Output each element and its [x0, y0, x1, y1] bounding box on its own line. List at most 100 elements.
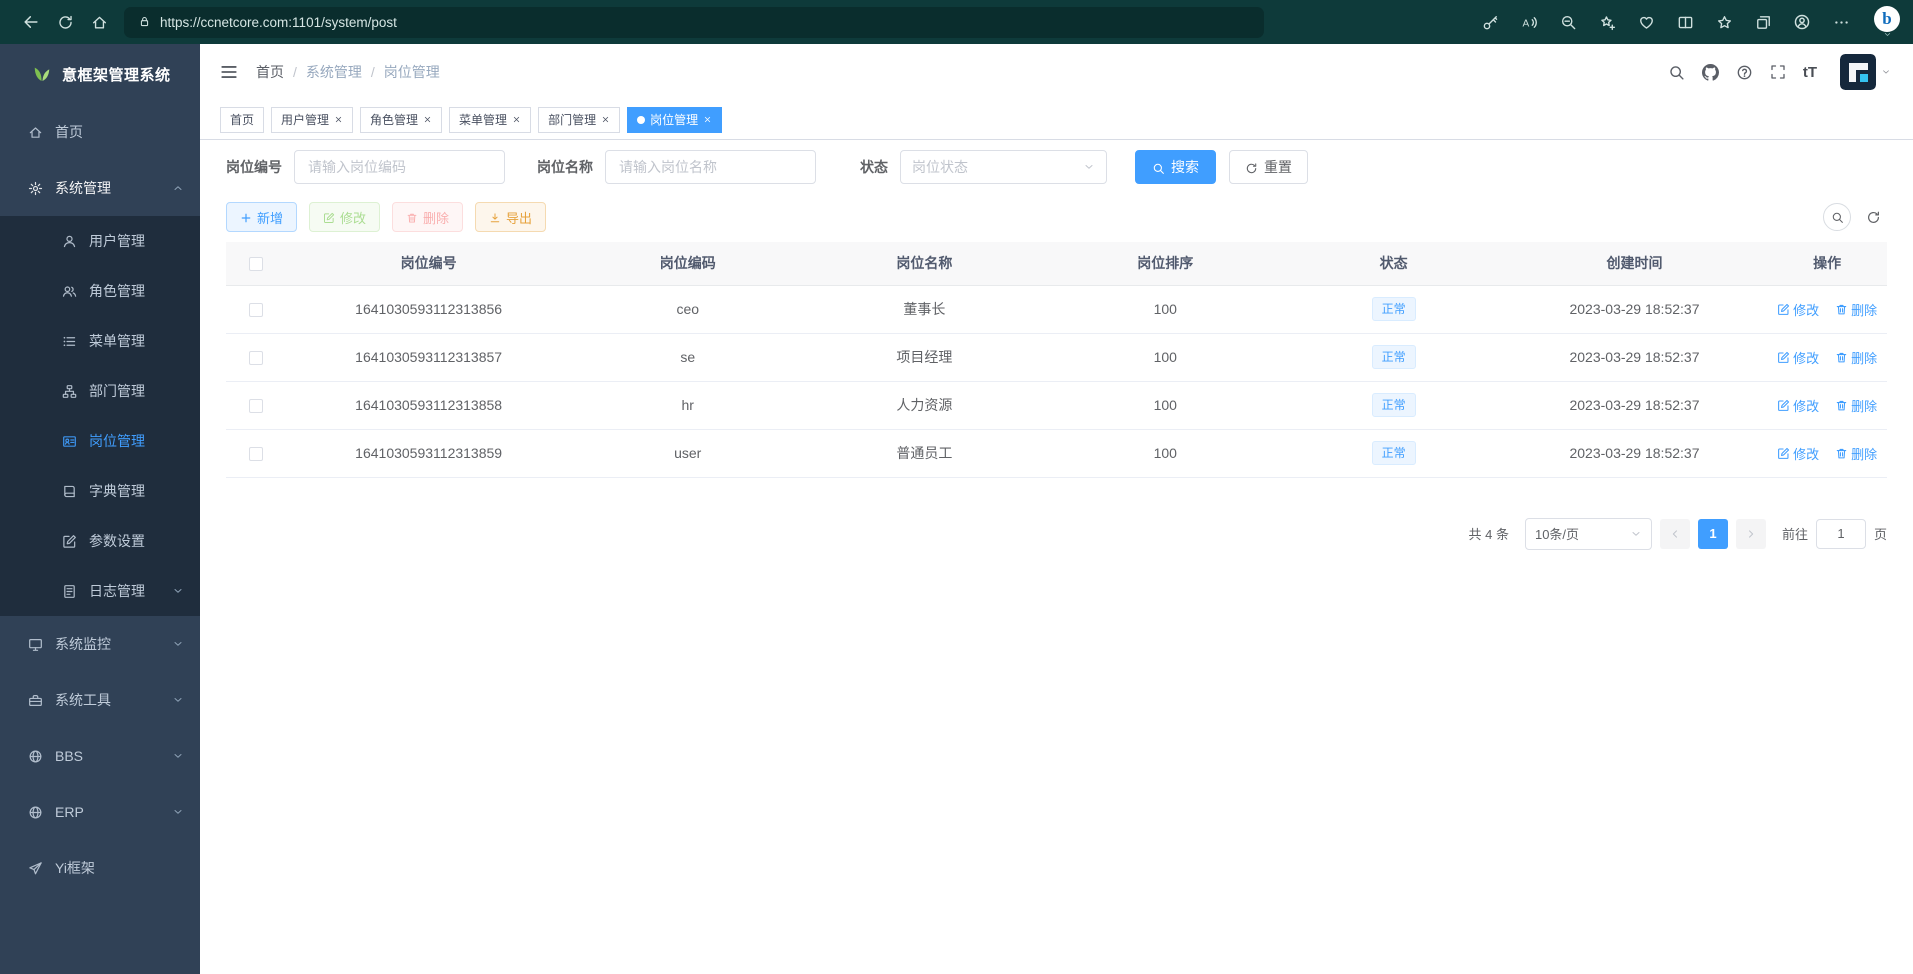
reset-button-label: 重置: [1264, 157, 1292, 177]
sidebar-item-monitor[interactable]: 系统监控: [0, 616, 200, 672]
row-delete-link[interactable]: 删除: [1835, 444, 1877, 463]
select-all-checkbox[interactable]: [249, 257, 263, 271]
sidebar-item-role[interactable]: 角色管理: [0, 266, 200, 316]
row-checkbox[interactable]: [249, 303, 263, 317]
search-button[interactable]: 搜索: [1135, 150, 1216, 184]
read-aloud-button[interactable]: A: [1512, 5, 1546, 39]
row-edit-link[interactable]: 修改: [1777, 396, 1819, 415]
export-button[interactable]: 导出: [475, 202, 546, 232]
home-button[interactable]: [82, 5, 116, 39]
sidebar-item-menu[interactable]: 菜单管理: [0, 316, 200, 366]
badge-icon: [62, 434, 77, 449]
total-count: 共 4 条: [1469, 524, 1509, 543]
breadcrumb-item[interactable]: 首页: [256, 62, 284, 82]
fullscreen-button[interactable]: [1770, 64, 1786, 80]
address-bar[interactable]: https://ccnetcore.com:1101/system/post: [124, 7, 1264, 38]
tab-home[interactable]: 首页: [220, 107, 264, 133]
sidebar-item-post[interactable]: 岗位管理: [0, 416, 200, 466]
refresh-table-button[interactable]: [1866, 210, 1881, 225]
delete-button[interactable]: 删除: [392, 202, 463, 232]
tab-label: 用户管理: [281, 111, 329, 128]
sidebar-item-dept[interactable]: 部门管理: [0, 366, 200, 416]
user-avatar-dropdown[interactable]: [1840, 54, 1891, 90]
bing-icon: b: [1874, 6, 1900, 32]
navbar: 首页/系统管理/岗位管理 tT: [200, 44, 1913, 100]
refresh-button[interactable]: [48, 5, 82, 39]
tab-close-button[interactable]: [601, 115, 610, 124]
fullscreen-icon: [1770, 64, 1786, 80]
font-size-button[interactable]: tT: [1803, 64, 1817, 81]
sidebar-item-user[interactable]: 用户管理: [0, 216, 200, 266]
breadcrumb-separator: /: [371, 64, 375, 80]
sidebar-item-log[interactable]: 日志管理: [0, 566, 200, 616]
tab-close-button[interactable]: [512, 115, 521, 124]
row-delete-link[interactable]: 删除: [1835, 300, 1877, 319]
row-delete-link[interactable]: 删除: [1835, 396, 1877, 415]
status-select[interactable]: 岗位状态: [900, 150, 1107, 184]
sidebar-toggle-button[interactable]: [220, 63, 238, 81]
zoom-button[interactable]: [1551, 5, 1585, 39]
next-page-button[interactable]: [1736, 519, 1766, 549]
chevron-down-icon-slot: [1083, 161, 1095, 173]
cell-post-id: 1641030593112313857: [286, 333, 572, 381]
chevron-up-icon: [172, 182, 184, 194]
row-checkbox[interactable]: [249, 399, 263, 413]
row-checkbox[interactable]: [249, 447, 263, 461]
collections-button[interactable]: [1746, 5, 1780, 39]
docs-help-button[interactable]: [1736, 64, 1753, 81]
tab-user[interactable]: 用户管理: [271, 107, 353, 133]
goto-label: 前往: [1782, 524, 1808, 543]
row-edit-link[interactable]: 修改: [1777, 444, 1819, 463]
row-checkbox[interactable]: [249, 351, 263, 365]
sidebar-item-param[interactable]: 参数设置: [0, 516, 200, 566]
row-edit-link[interactable]: 修改: [1777, 300, 1819, 319]
add-button[interactable]: 新增: [226, 202, 297, 232]
split-screen-icon: [1677, 14, 1694, 31]
url-text: https://ccnetcore.com:1101/system/post: [160, 15, 397, 30]
github-button[interactable]: [1702, 64, 1719, 81]
post-name-input[interactable]: [605, 150, 816, 184]
browser-profile-button[interactable]: [1785, 5, 1819, 39]
sidebar-item-yiframe[interactable]: Yi框架: [0, 840, 200, 896]
reset-button[interactable]: 重置: [1229, 150, 1308, 184]
favorites-button[interactable]: [1707, 5, 1741, 39]
goto-page-input[interactable]: [1816, 519, 1866, 549]
tab-menu[interactable]: 菜单管理: [449, 107, 531, 133]
pencil-square-icon: [1777, 303, 1790, 316]
password-key-button[interactable]: [1473, 5, 1507, 39]
tab-role[interactable]: 角色管理: [360, 107, 442, 133]
tab-close-button[interactable]: [423, 115, 432, 124]
split-screen-button[interactable]: [1668, 5, 1702, 39]
tab-close-button[interactable]: [703, 115, 712, 124]
add-favorite-button[interactable]: [1590, 5, 1624, 39]
search-button-label: 搜索: [1171, 157, 1199, 177]
tab-close-button[interactable]: [334, 115, 343, 124]
edit-button[interactable]: 修改: [309, 202, 380, 232]
sidebar-item-dict[interactable]: 字典管理: [0, 466, 200, 516]
tab-dept[interactable]: 部门管理: [538, 107, 620, 133]
prev-page-button[interactable]: [1660, 519, 1690, 549]
sidebar: 意框架管理系统 首页系统管理用户管理角色管理菜单管理部门管理岗位管理字典管理参数…: [0, 44, 200, 974]
github-icon: [1702, 64, 1719, 81]
sidebar-item-erp[interactable]: ERP: [0, 784, 200, 840]
row-delete-link[interactable]: 删除: [1835, 348, 1877, 367]
page-1-button[interactable]: 1: [1698, 519, 1728, 549]
browser-essentials-button[interactable]: [1629, 5, 1663, 39]
tab-post[interactable]: 岗位管理: [627, 107, 722, 133]
tab-label: 岗位管理: [650, 111, 698, 128]
header-search-button[interactable]: [1668, 64, 1685, 81]
sidebar-item-system[interactable]: 系统管理: [0, 160, 200, 216]
row-edit-link[interactable]: 修改: [1777, 348, 1819, 367]
sidebar-item-home[interactable]: 首页: [0, 104, 200, 160]
sidebar-item-tools[interactable]: 系统工具: [0, 672, 200, 728]
trash-icon: [1835, 447, 1848, 460]
app-logo[interactable]: 意框架管理系统: [0, 44, 200, 104]
toggle-search-button[interactable]: [1823, 203, 1851, 231]
sidebar-item-bbs[interactable]: BBS: [0, 728, 200, 784]
back-button[interactable]: [14, 5, 48, 39]
browser-menu-button[interactable]: [1824, 5, 1858, 39]
cell-post-sort: 100: [1045, 381, 1286, 429]
bing-sidebar-button[interactable]: b: [1869, 6, 1905, 39]
page-size-select[interactable]: 10条/页: [1525, 518, 1652, 550]
post-code-input[interactable]: [294, 150, 505, 184]
